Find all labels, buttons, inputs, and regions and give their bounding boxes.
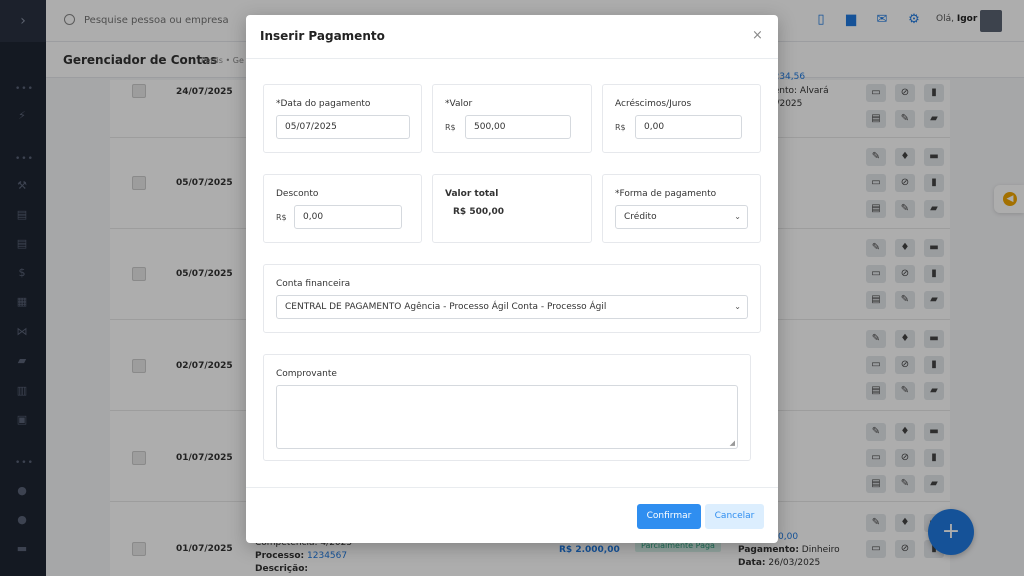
chevron-down-icon: ⌄ — [734, 212, 741, 221]
interest-prefix: R$ — [615, 123, 626, 132]
payment-date-input[interactable] — [276, 115, 410, 139]
receipt-label: Comprovante — [276, 369, 337, 379]
financial-account-select[interactable]: CENTRAL DE PAGAMENTO Agência - Processo … — [276, 295, 748, 319]
modal-footer: Confirmar Cancelar — [246, 487, 778, 543]
financial-account-value: CENTRAL DE PAGAMENTO Agência - Processo … — [285, 302, 607, 312]
discount-card: Desconto R$ — [263, 174, 422, 243]
financial-account-card: Conta financeira CENTRAL DE PAGAMENTO Ag… — [263, 264, 761, 333]
payment-method-card: *Forma de pagamento Crédito ⌄ — [602, 174, 761, 243]
payment-method-select[interactable]: Crédito ⌄ — [615, 205, 748, 229]
close-icon[interactable]: × — [752, 28, 763, 43]
total-value: R$ 500,00 — [453, 207, 505, 217]
payment-method-value: Crédito — [624, 212, 657, 222]
discount-input[interactable] — [294, 205, 402, 229]
modal-header: Inserir Pagamento × — [246, 15, 778, 59]
resize-handle-icon[interactable]: ◢ — [730, 439, 735, 447]
receipt-textarea[interactable]: ◢ — [276, 385, 738, 449]
financial-account-label: Conta financeira — [276, 279, 351, 289]
amount-input[interactable] — [465, 115, 571, 139]
payment-date-card: *Data do pagamento — [263, 84, 422, 153]
cancel-button[interactable]: Cancelar — [705, 504, 764, 529]
payment-date-label: *Data do pagamento — [276, 99, 371, 109]
amount-card: *Valor R$ — [432, 84, 592, 153]
total-label: Valor total — [445, 189, 499, 199]
receipt-card: Comprovante ◢ — [263, 354, 751, 461]
interest-card: Acréscimos/Juros R$ — [602, 84, 761, 153]
discount-label: Desconto — [276, 189, 319, 199]
payment-method-label: *Forma de pagamento — [615, 189, 717, 199]
confirm-button[interactable]: Confirmar — [637, 504, 701, 529]
amount-prefix: R$ — [445, 123, 456, 132]
chevron-down-icon: ⌄ — [734, 302, 741, 311]
insert-payment-modal: Inserir Pagamento × *Data do pagamento *… — [246, 15, 778, 543]
discount-prefix: R$ — [276, 213, 287, 222]
interest-label: Acréscimos/Juros — [615, 99, 692, 109]
amount-label: *Valor — [445, 99, 473, 109]
interest-input[interactable] — [635, 115, 742, 139]
total-card: Valor total R$ 500,00 — [432, 174, 592, 243]
modal-title: Inserir Pagamento — [260, 29, 385, 43]
